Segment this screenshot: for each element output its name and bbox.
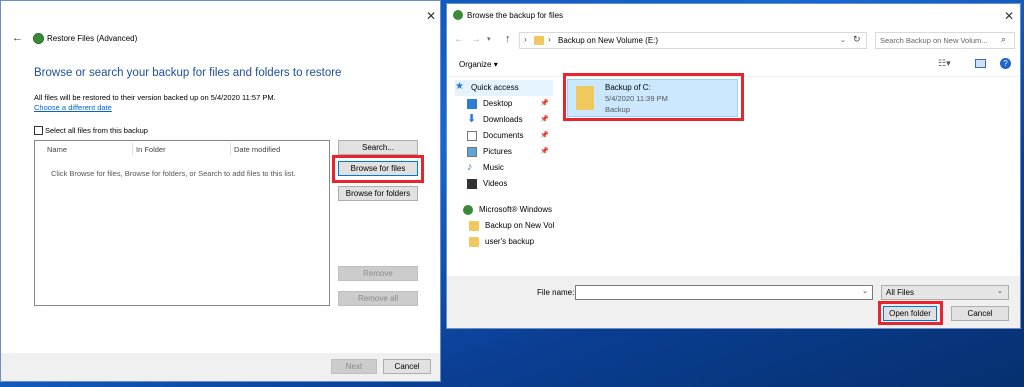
files-list[interactable]: Name In Folder Date modified Click Brows… [34,140,330,306]
nav-backup-child[interactable]: Backup on New Vol [469,218,557,234]
remove-button[interactable]: Remove [338,266,418,281]
organize-label: Organize [459,60,492,69]
address-bar[interactable]: › › Backup on New Volume (E:) ⌄ ↻ [519,32,867,49]
cancel-label: Cancel [394,362,420,371]
page-heading: Browse or search your backup for files a… [34,67,342,79]
search-box[interactable]: Search Backup on New Volum... ⌕ [875,32,1015,49]
remove-label: Remove [363,269,393,278]
preview-pane-icon[interactable] [975,59,986,68]
file-name-input[interactable]: ⌄ [575,285,873,300]
nav-label: Desktop [483,99,513,108]
nav-label: Backup on New Vol [485,221,555,230]
filter-value: All Files [886,288,915,297]
dialog-app-icon [453,10,463,20]
nav-backup-child[interactable]: user's backup [469,234,557,250]
column-in-folder[interactable]: In Folder [136,145,166,154]
nav-label: Microsoft® Windows [479,205,553,214]
browse-for-folders-button[interactable]: Browse for folders [338,186,418,201]
pin-icon: 📌 [540,132,549,139]
pictures-icon [467,147,477,157]
column-divider [132,143,133,155]
next-label: Next [345,362,363,371]
view-options-icon[interactable]: ☷▾ [938,58,951,69]
column-divider [230,143,231,155]
refresh-icon[interactable]: ↻ [853,34,861,45]
nav-item-desktop[interactable]: Desktop 📌 [467,96,553,112]
folder-icon [469,237,479,247]
up-arrow-icon[interactable]: ↑ [505,33,511,45]
close-icon[interactable]: ✕ [426,9,436,23]
window-footer: Next Cancel [1,353,440,381]
nav-item-documents[interactable]: Documents 📌 [467,128,553,144]
choose-date-link[interactable]: Choose a different date [34,103,112,112]
nav-item-videos[interactable]: Videos [467,176,553,192]
cancel-button[interactable]: Cancel [383,359,431,374]
back-arrow-icon[interactable]: ← [454,34,464,45]
pin-icon: 📌 [540,116,549,123]
info-text: All files will be restored to their vers… [34,93,276,102]
breadcrumb-separator-icon: › [548,35,551,44]
browse-folders-label: Browse for folders [345,189,411,198]
folder-icon [534,36,544,45]
empty-list-hint: Click Browse for files, Browse for folde… [51,169,296,178]
backup-icon [463,205,473,215]
nav-label: Documents [483,131,524,140]
organize-menu[interactable]: Organize ▾ [459,60,498,69]
nav-item-pictures[interactable]: Pictures 📌 [467,144,553,160]
highlight-open-folder [878,301,943,325]
back-arrow-icon[interactable]: ← [12,32,23,44]
select-all-checkbox[interactable] [34,126,43,135]
quick-access-star-icon: ★ [455,81,464,92]
remove-all-label: Remove all [357,294,398,303]
forward-arrow-icon[interactable]: → [471,34,481,45]
select-all-label: Select all files from this backup [45,126,148,135]
highlight-browse-files [332,155,424,183]
download-icon: ⬇ [467,113,477,125]
breadcrumb-item[interactable]: Backup on New Volume (E:) [558,36,658,45]
desktop-icon [467,99,477,109]
nav-label: Videos [483,179,508,188]
dialog-cancel-label: Cancel [967,309,993,318]
search-icon[interactable]: ⌕ [1001,34,1006,45]
search-input[interactable]: Search Backup on New Volum... [880,36,988,45]
pin-icon: 📌 [540,100,549,107]
close-icon[interactable]: ✕ [1004,9,1014,23]
help-icon[interactable]: ? [1000,58,1011,69]
address-dropdown-icon[interactable]: ⌄ [840,36,846,44]
nav-quick-access[interactable]: ★ Quick access [455,80,553,96]
highlight-backup-item [563,73,744,121]
nav-label: Pictures [483,147,512,156]
pin-icon: 📌 [540,148,549,155]
column-name[interactable]: Name [47,145,67,154]
file-name-dropdown-icon[interactable]: ⌄ [862,287,868,295]
file-name-label: File name: [537,288,575,297]
file-type-filter[interactable]: All Files ⌄ [881,285,1009,300]
nav-label: Downloads [483,115,523,124]
navigation-pane: ★ Quick access Desktop 📌 ⬇ Downloads 📌 D… [447,78,557,278]
nav-item-music[interactable]: ♪ Music [467,160,553,176]
nav-label: user's backup [485,237,535,246]
videos-icon [467,179,477,189]
restore-files-window: ✕ ← Restore Files (Advanced) Browse or s… [0,0,441,382]
search-button-label: Search... [361,143,394,152]
column-date-modified[interactable]: Date modified [234,145,280,154]
browse-backup-dialog: Browse the backup for files ✕ ← → ▾ ↑ › … [446,3,1021,329]
dialog-title: Browse the backup for files [467,11,564,20]
breadcrumb-separator-icon: › [524,35,527,44]
restore-app-icon [33,33,44,44]
nav-backup-root[interactable]: Microsoft® Windows [463,202,557,218]
music-icon: ♪ [467,161,473,173]
recent-chevron-icon[interactable]: ▾ [487,35,491,43]
folder-icon [469,221,479,231]
nav-label: Music [483,163,504,172]
nav-label: Quick access [471,83,519,92]
nav-item-downloads[interactable]: ⬇ Downloads 📌 [467,112,553,128]
remove-all-button[interactable]: Remove all [338,291,418,306]
dialog-cancel-button[interactable]: Cancel [951,306,1009,321]
filter-dropdown-icon[interactable]: ⌄ [997,287,1003,295]
window-title: Restore Files (Advanced) [47,34,138,43]
next-button[interactable]: Next [331,359,377,374]
documents-icon [467,131,477,141]
search-button[interactable]: Search... [338,140,418,155]
